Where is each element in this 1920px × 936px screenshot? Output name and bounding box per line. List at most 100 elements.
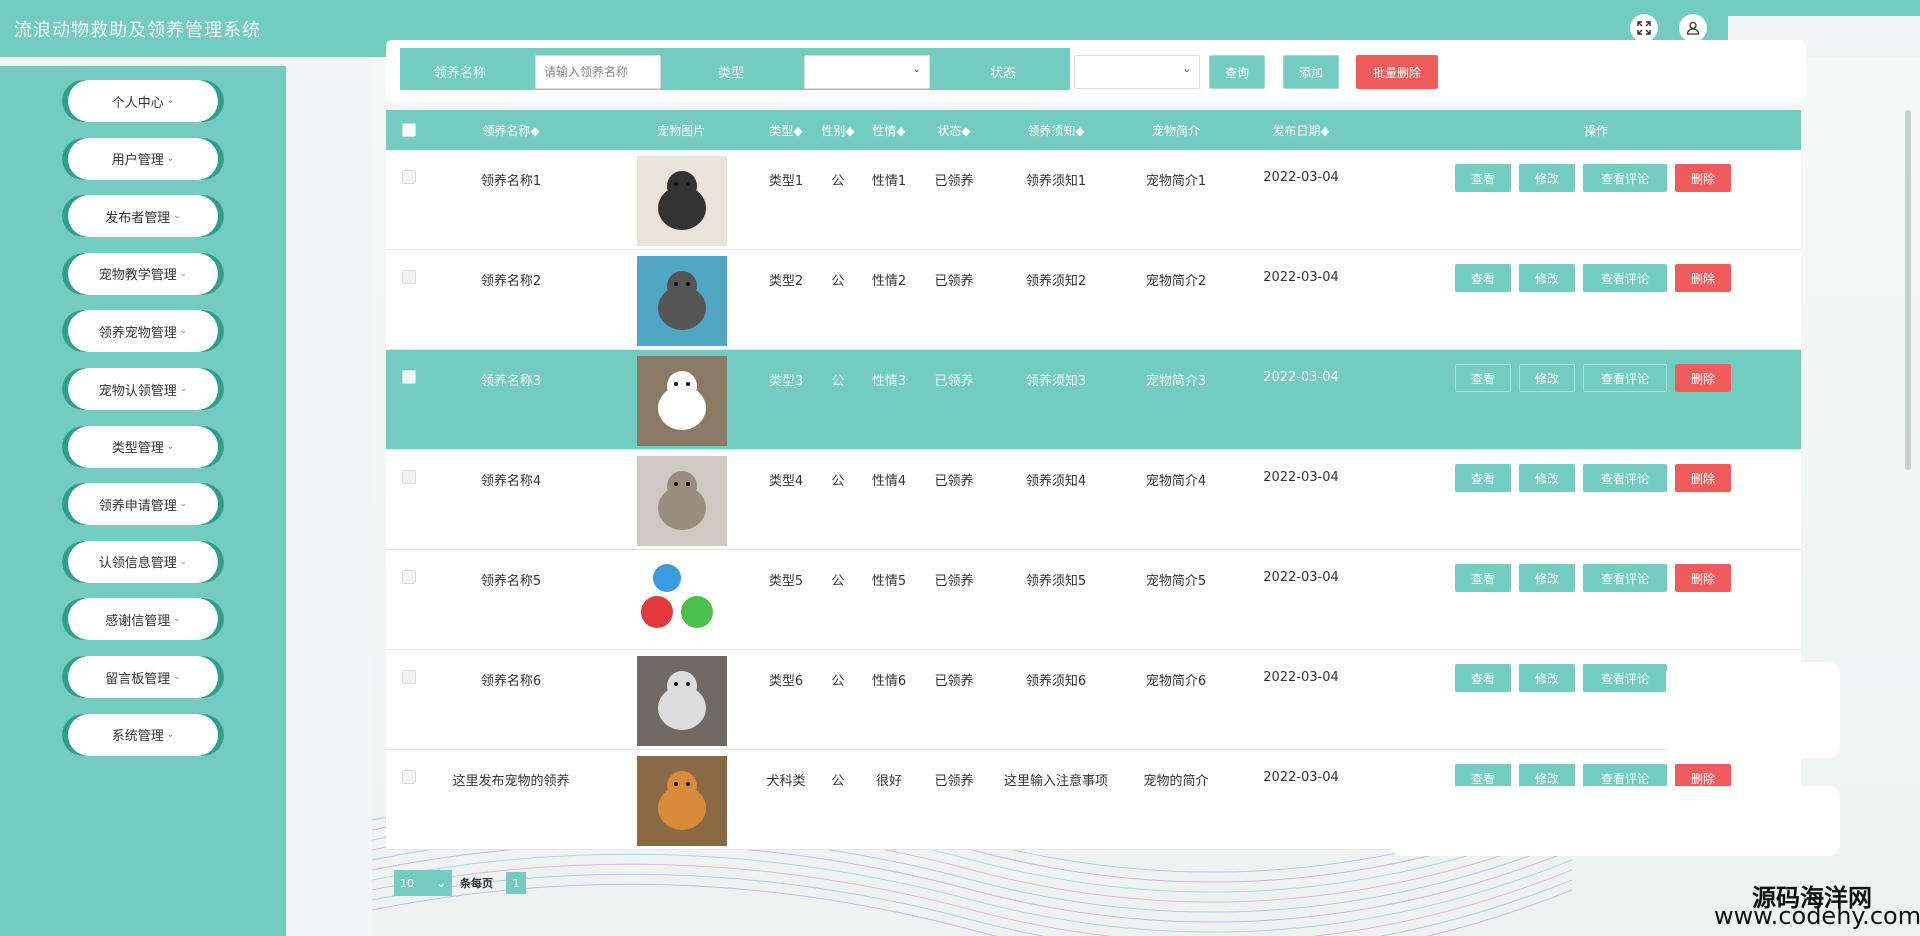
row-checkbox[interactable]: [402, 370, 416, 384]
comments-button[interactable]: 查看评论: [1583, 364, 1667, 392]
view-button[interactable]: 查看: [1455, 664, 1511, 692]
comments-button[interactable]: 查看评论: [1583, 664, 1667, 692]
row-checkbox[interactable]: [402, 470, 416, 484]
table-row[interactable]: 领养名称5 类型5 公 性情5 已领养 领养须知5 宠物简介5 2022-03-04 查看 修改查…: [386, 550, 1801, 650]
sidebar-item-adopt-pets[interactable]: 领养宠物管理 ⌄: [62, 310, 224, 353]
view-button[interactable]: 查看: [1455, 564, 1511, 592]
cell-name: 领养名称6: [480, 674, 542, 689]
pet-image[interactable]: [637, 756, 727, 846]
table-row[interactable]: 领养名称1 类型1 公 性情1 已领养 领养须知1 宠物简介1 2022-03-04 查看 修改查…: [386, 150, 1801, 250]
pet-image[interactable]: [637, 556, 727, 646]
cell-status: 已领养: [934, 774, 974, 789]
cell-temper: 性情4: [871, 474, 907, 489]
edit-button[interactable]: 修改: [1519, 364, 1575, 392]
batch-delete-button[interactable]: 批量删除: [1356, 55, 1438, 89]
cell-intro: 宠物简介4: [1145, 474, 1207, 489]
header-notice[interactable]: 领养须知◆: [996, 122, 1116, 139]
view-button[interactable]: 查看: [1455, 164, 1511, 192]
status-label: 状态: [990, 66, 1017, 81]
data-table: 领养名称◆ 宠物图片 类型◆ 性别◆ 性情◆ 状态◆ 领养须知◆ 宠物简介 发布日期◆ 操作 领养…: [386, 110, 1801, 850]
sidebar-item-thanks-letters[interactable]: 感谢信管理 ⌄: [62, 598, 224, 641]
row-checkbox[interactable]: [402, 770, 416, 784]
top-bar-extension: [1728, 0, 1920, 16]
comments-button[interactable]: 查看评论: [1583, 164, 1667, 192]
header-type[interactable]: 类型◆: [761, 122, 811, 139]
cell-type: 类型1: [768, 174, 804, 189]
comments-button[interactable]: 查看评论: [1583, 464, 1667, 492]
user-icon[interactable]: [1679, 14, 1707, 42]
sidebar-item-message-board[interactable]: 留言板管理 ⌄: [62, 656, 224, 698]
pet-image[interactable]: [637, 456, 727, 546]
row-checkbox[interactable]: [402, 170, 416, 184]
cell-temper: 性情3: [871, 374, 907, 389]
cell-temper: 性情6: [871, 674, 907, 689]
status-select[interactable]: ⌄: [1074, 55, 1200, 89]
header-status[interactable]: 状态◆: [924, 122, 984, 139]
sidebar-item-types[interactable]: 类型管理 ⌄: [62, 425, 224, 468]
cell-name: 领养名称3: [480, 374, 542, 389]
cell-date: 2022-03-04: [1263, 670, 1339, 685]
cell-notice: 领养须知1: [1025, 174, 1087, 189]
page-1-button[interactable]: 1: [506, 872, 526, 894]
delete-button[interactable]: 删除: [1675, 564, 1731, 592]
edit-button[interactable]: 修改: [1519, 564, 1575, 592]
header-gender[interactable]: 性别◆: [818, 122, 858, 139]
delete-button[interactable]: 删除: [1675, 364, 1731, 392]
cell-notice: 领养须知6: [1025, 674, 1087, 689]
cell-intro: 宠物简介3: [1145, 374, 1207, 389]
sidebar-item-personal[interactable]: 个人中心 ⌄: [62, 80, 224, 122]
row-checkbox[interactable]: [402, 670, 416, 684]
row-checkbox[interactable]: [402, 270, 416, 284]
select-all-checkbox[interactable]: [402, 123, 416, 137]
delete-button[interactable]: 删除: [1675, 164, 1731, 192]
cell-name: 领养名称5: [480, 574, 542, 589]
pet-image[interactable]: [637, 656, 727, 746]
edit-button[interactable]: 修改: [1519, 664, 1575, 692]
view-button[interactable]: 查看: [1455, 264, 1511, 292]
expand-icon[interactable]: [1630, 14, 1658, 42]
expand-icon-glyph: [1637, 21, 1651, 35]
cell-notice: 领养须知4: [1025, 474, 1087, 489]
header-actions[interactable]: 操作: [1566, 122, 1626, 139]
sidebar-item-pet-teaching[interactable]: 宠物教学管理 ⌄: [62, 252, 224, 295]
view-button[interactable]: 查看: [1455, 364, 1511, 392]
pet-image[interactable]: [637, 156, 727, 246]
sidebar-item-adopt-apply[interactable]: 领养申请管理 ⌄: [62, 483, 224, 526]
sidebar-item-system[interactable]: 系统管理 ⌄: [62, 713, 224, 756]
sidebar-item-claim-info[interactable]: 认领信息管理 ⌄: [62, 540, 224, 583]
name-input[interactable]: 请输入领养名称: [535, 55, 661, 89]
header-date[interactable]: 发布日期◆: [1251, 122, 1351, 139]
table-row[interactable]: 领养名称4 类型4 公 性情4 已领养 领养须知4 宠物简介4 2022-03-04 查看 修改查…: [386, 450, 1801, 550]
type-select[interactable]: ⌄: [804, 55, 930, 89]
pet-image[interactable]: [637, 256, 727, 346]
table-row[interactable]: 领养名称2 类型2 公 性情2 已领养 领养须知2 宠物简介2 2022-03-04 查看 修改查…: [386, 250, 1801, 350]
edit-button[interactable]: 修改: [1519, 264, 1575, 292]
add-button[interactable]: 添加: [1283, 55, 1339, 89]
delete-button[interactable]: 删除: [1675, 464, 1731, 492]
edit-button[interactable]: 修改: [1519, 164, 1575, 192]
delete-button[interactable]: 删除: [1675, 264, 1731, 292]
sidebar-item-users[interactable]: 用户管理 ⌄: [62, 137, 224, 180]
query-button[interactable]: 查询: [1209, 55, 1265, 89]
row-checkbox[interactable]: [402, 570, 416, 584]
table-row[interactable]: 领养名称6 类型6 公 性情6 已领养 领养须知6 宠物简介6 2022-03-04 查看 修改查…: [386, 650, 1801, 750]
cell-notice: 领养须知3: [1025, 374, 1087, 389]
comments-button[interactable]: 查看评论: [1583, 264, 1667, 292]
view-button[interactable]: 查看: [1455, 464, 1511, 492]
cell-type: 类型6: [768, 674, 804, 689]
edit-button[interactable]: 修改: [1519, 464, 1575, 492]
comments-button[interactable]: 查看评论: [1583, 564, 1667, 592]
scrollbar[interactable]: [1905, 110, 1911, 470]
floating-panel: [1666, 662, 1840, 758]
table-row[interactable]: 领养名称3 类型3 公 性情3 已领养 领养须知3 宠物简介3 2022-03-04 查看 修改查…: [386, 350, 1801, 450]
chevron-down-icon: ⌄: [166, 729, 175, 740]
pet-image[interactable]: [637, 356, 727, 446]
sidebar-item-publishers[interactable]: 发布者管理 ⌄: [62, 195, 224, 238]
chevron-down-icon: ⌄: [179, 268, 188, 279]
header-temper[interactable]: 性情◆: [864, 122, 914, 139]
header-name[interactable]: 领养名称◆: [446, 122, 576, 139]
cell-temper: 很好: [875, 774, 902, 789]
sidebar-item-pet-claim[interactable]: 宠物认领管理 ⌄: [62, 368, 224, 410]
page-size-select[interactable]: 10 ⌄: [394, 870, 452, 896]
cell-name: 领养名称1: [480, 174, 542, 189]
